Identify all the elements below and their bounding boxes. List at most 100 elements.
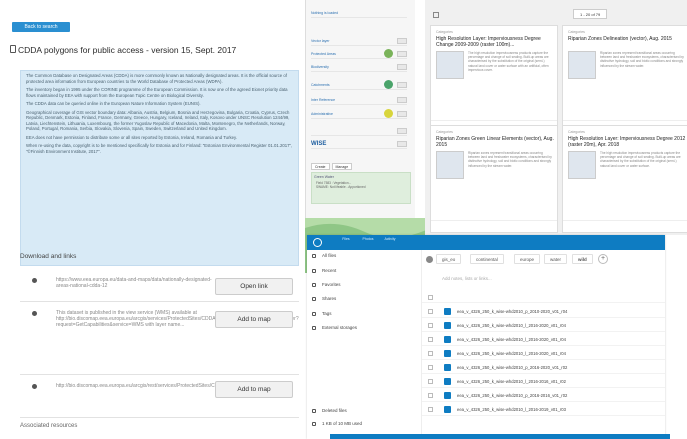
download-link-text[interactable]: http://bio.discomap.eea.europa.eu/arcgis… — [56, 383, 277, 389]
file-name[interactable]: eea_v_4326_250_k_wise-whd2010_l_2016-202… — [457, 333, 566, 346]
tab-files[interactable]: Files — [337, 237, 355, 241]
add-to-map-button[interactable]: Add to map — [215, 311, 293, 328]
file-name[interactable]: eea_v_4326_250_k_wise-whd2010_l_2016-202… — [457, 319, 566, 332]
catalog-card[interactable]: Categories Riparian Zones Green Linear E… — [430, 125, 558, 233]
close-icon[interactable] — [397, 38, 407, 44]
card-actions[interactable] — [563, 220, 687, 232]
tab-create[interactable]: Create — [311, 163, 330, 170]
file-name[interactable]: eea_v_4326_250_k_wise-whd2010_p_2010-202… — [457, 305, 567, 318]
file-row[interactable]: eea_v_4326_250_k_wise-whd2010_l_2016-201… — [422, 375, 665, 388]
layer-item[interactable]: Protected Areas — [311, 49, 407, 59]
breadcrumb[interactable]: water — [544, 254, 568, 264]
page-title: CDDA polygons for public access - versio… — [18, 45, 237, 55]
close-icon[interactable] — [397, 97, 407, 103]
layer-item[interactable]: WISE — [311, 139, 407, 149]
layer-label: Protected Areas — [311, 52, 336, 56]
tab-photos[interactable]: Photos — [359, 237, 377, 241]
files-sidebar: All files Recent Favorites Shares Tags E… — [307, 250, 422, 439]
file-row[interactable]: eea_v_4326_250_k_wise-whd2010_l_2016-201… — [422, 403, 665, 416]
layer-label: Vector layer — [311, 39, 330, 43]
pagination[interactable]: 1 - 20 of 79 — [573, 9, 608, 19]
nav-favorites[interactable]: Favorites — [312, 279, 341, 291]
card-title[interactable]: High Resolution Layer: Imperviousness De… — [568, 136, 686, 148]
download-link-text[interactable]: This dataset is published in the view se… — [56, 310, 299, 328]
description-box: The Common Database on Designated Areas … — [20, 70, 299, 266]
select-all-checkbox[interactable] — [428, 295, 433, 300]
card-title[interactable]: Riparian Zones Delineation (vector), Aug… — [568, 36, 686, 42]
description-paragraph: The inventory began in 1995 under the CO… — [26, 87, 288, 98]
cloud-logo-icon — [313, 238, 322, 247]
layer-item[interactable] — [311, 126, 407, 136]
files-list: gis_eo continental europe water wild + A… — [422, 250, 665, 439]
file-row[interactable]: eea_v_4326_250_k_wise-whd2010_l_2016-202… — [422, 347, 665, 360]
file-checkbox[interactable] — [428, 407, 433, 412]
file-name[interactable]: eea_v_4326_250_k_wise-whd2010_l_2016-201… — [457, 403, 566, 416]
catalog-card[interactable]: Categories Riparian Zones Delineation (v… — [562, 25, 687, 133]
select-all-checkbox[interactable] — [433, 12, 439, 18]
add-icon[interactable]: + — [598, 254, 608, 264]
file-checkbox[interactable] — [428, 351, 433, 356]
nav-all-files[interactable]: All files — [312, 250, 336, 262]
file-icon — [444, 406, 451, 413]
nav-external-storages[interactable]: External storages — [312, 322, 357, 334]
file-row[interactable]: eea_v_4326_250_k_wise-whd2010_p_2010-202… — [422, 305, 665, 318]
tab-activity[interactable]: Activity — [381, 237, 399, 241]
close-icon[interactable] — [397, 111, 407, 117]
layer-label: Catchments — [311, 83, 330, 87]
file-row[interactable]: eea_v_4326_250_k_wise-whd2010_l_2016-202… — [422, 319, 665, 332]
tag-icon — [312, 311, 316, 316]
card-actions[interactable] — [431, 220, 557, 232]
file-checkbox[interactable] — [428, 379, 433, 384]
catalog-card[interactable]: Categories High Resolution Layer: Imperv… — [562, 125, 687, 233]
nav-label: All files — [322, 253, 337, 258]
file-name[interactable]: eea_v_4326_250_k_wise-whd2010_l_2016-202… — [457, 347, 566, 360]
file-row[interactable]: eea_v_4326_250_k_wise-whd2010_l_2016-202… — [422, 333, 665, 346]
card-title[interactable]: High Resolution Layer: Imperviousness De… — [436, 36, 554, 48]
layer-thumbnail-icon — [384, 80, 393, 89]
catalog-card[interactable]: Categories High Resolution Layer: Imperv… — [430, 25, 558, 133]
file-checkbox[interactable] — [428, 309, 433, 314]
card-title[interactable]: Riparian Zones Green Linear Elements (ve… — [436, 136, 554, 148]
breadcrumb[interactable]: wild — [572, 254, 593, 264]
file-name[interactable]: eea_v_4326_250_k_wise-whd2010_l_2016-201… — [457, 375, 566, 388]
breadcrumb[interactable]: gis_eo — [436, 254, 462, 264]
file-checkbox[interactable] — [428, 323, 433, 328]
feature-info-title: Green Water — [314, 175, 334, 179]
file-checkbox[interactable] — [428, 337, 433, 342]
back-to-search-button[interactable]: Back to search — [12, 22, 70, 32]
layer-item[interactable]: Vector layer — [311, 36, 407, 46]
breadcrumb[interactable]: continental — [470, 254, 504, 264]
tab-manage[interactable]: Manage — [331, 163, 353, 170]
layer-item[interactable]: Catchments — [311, 80, 407, 90]
file-checkbox[interactable] — [428, 365, 433, 370]
nav-deleted-files[interactable]: Deleted files — [312, 405, 347, 417]
open-link-button[interactable]: Open link — [215, 278, 293, 295]
file-icon — [444, 392, 451, 399]
breadcrumb[interactable]: europe — [514, 254, 541, 264]
nav-shares[interactable]: Shares — [312, 293, 336, 305]
close-icon[interactable] — [397, 64, 407, 70]
download-row: http://bio.discomap.eea.europa.eu/arcgis… — [20, 378, 299, 418]
layer-item[interactable]: Administrative — [311, 109, 407, 119]
layer-label: Administrative — [311, 112, 333, 116]
card-thumbnail — [436, 51, 464, 79]
file-row[interactable]: eea_v_4326_250_k_wise-whd2010_p_2016-201… — [422, 389, 665, 402]
layer-item[interactable]: Biodiversity — [311, 62, 407, 72]
nav-tags[interactable]: Tags — [312, 308, 332, 320]
close-icon[interactable] — [397, 141, 407, 147]
file-row[interactable]: eea_v_4326_250_k_wise-whd2010_p_2016-202… — [422, 361, 665, 374]
file-name[interactable]: eea_v_4326_250_k_wise-whd2010_p_2016-202… — [457, 361, 567, 374]
file-name[interactable]: eea_v_4326_250_k_wise-whd2010_p_2016-201… — [457, 389, 567, 402]
add-to-map-button[interactable]: Add to map — [215, 381, 293, 398]
nav-recent[interactable]: Recent — [312, 265, 336, 277]
download-link-text[interactable]: https://www.eea.europa.eu/data-and-maps/… — [56, 277, 216, 289]
file-checkbox[interactable] — [428, 393, 433, 398]
notes-placeholder[interactable]: Add notes, lists or links... — [442, 276, 492, 281]
home-icon[interactable] — [426, 256, 433, 263]
description-paragraph: When re-using the data, copyright is to … — [26, 143, 293, 154]
close-icon[interactable] — [397, 82, 407, 88]
close-icon[interactable] — [397, 128, 407, 134]
close-icon[interactable] — [397, 51, 407, 57]
document-icon — [10, 45, 16, 53]
layer-item[interactable]: Inter Reference — [311, 95, 407, 105]
